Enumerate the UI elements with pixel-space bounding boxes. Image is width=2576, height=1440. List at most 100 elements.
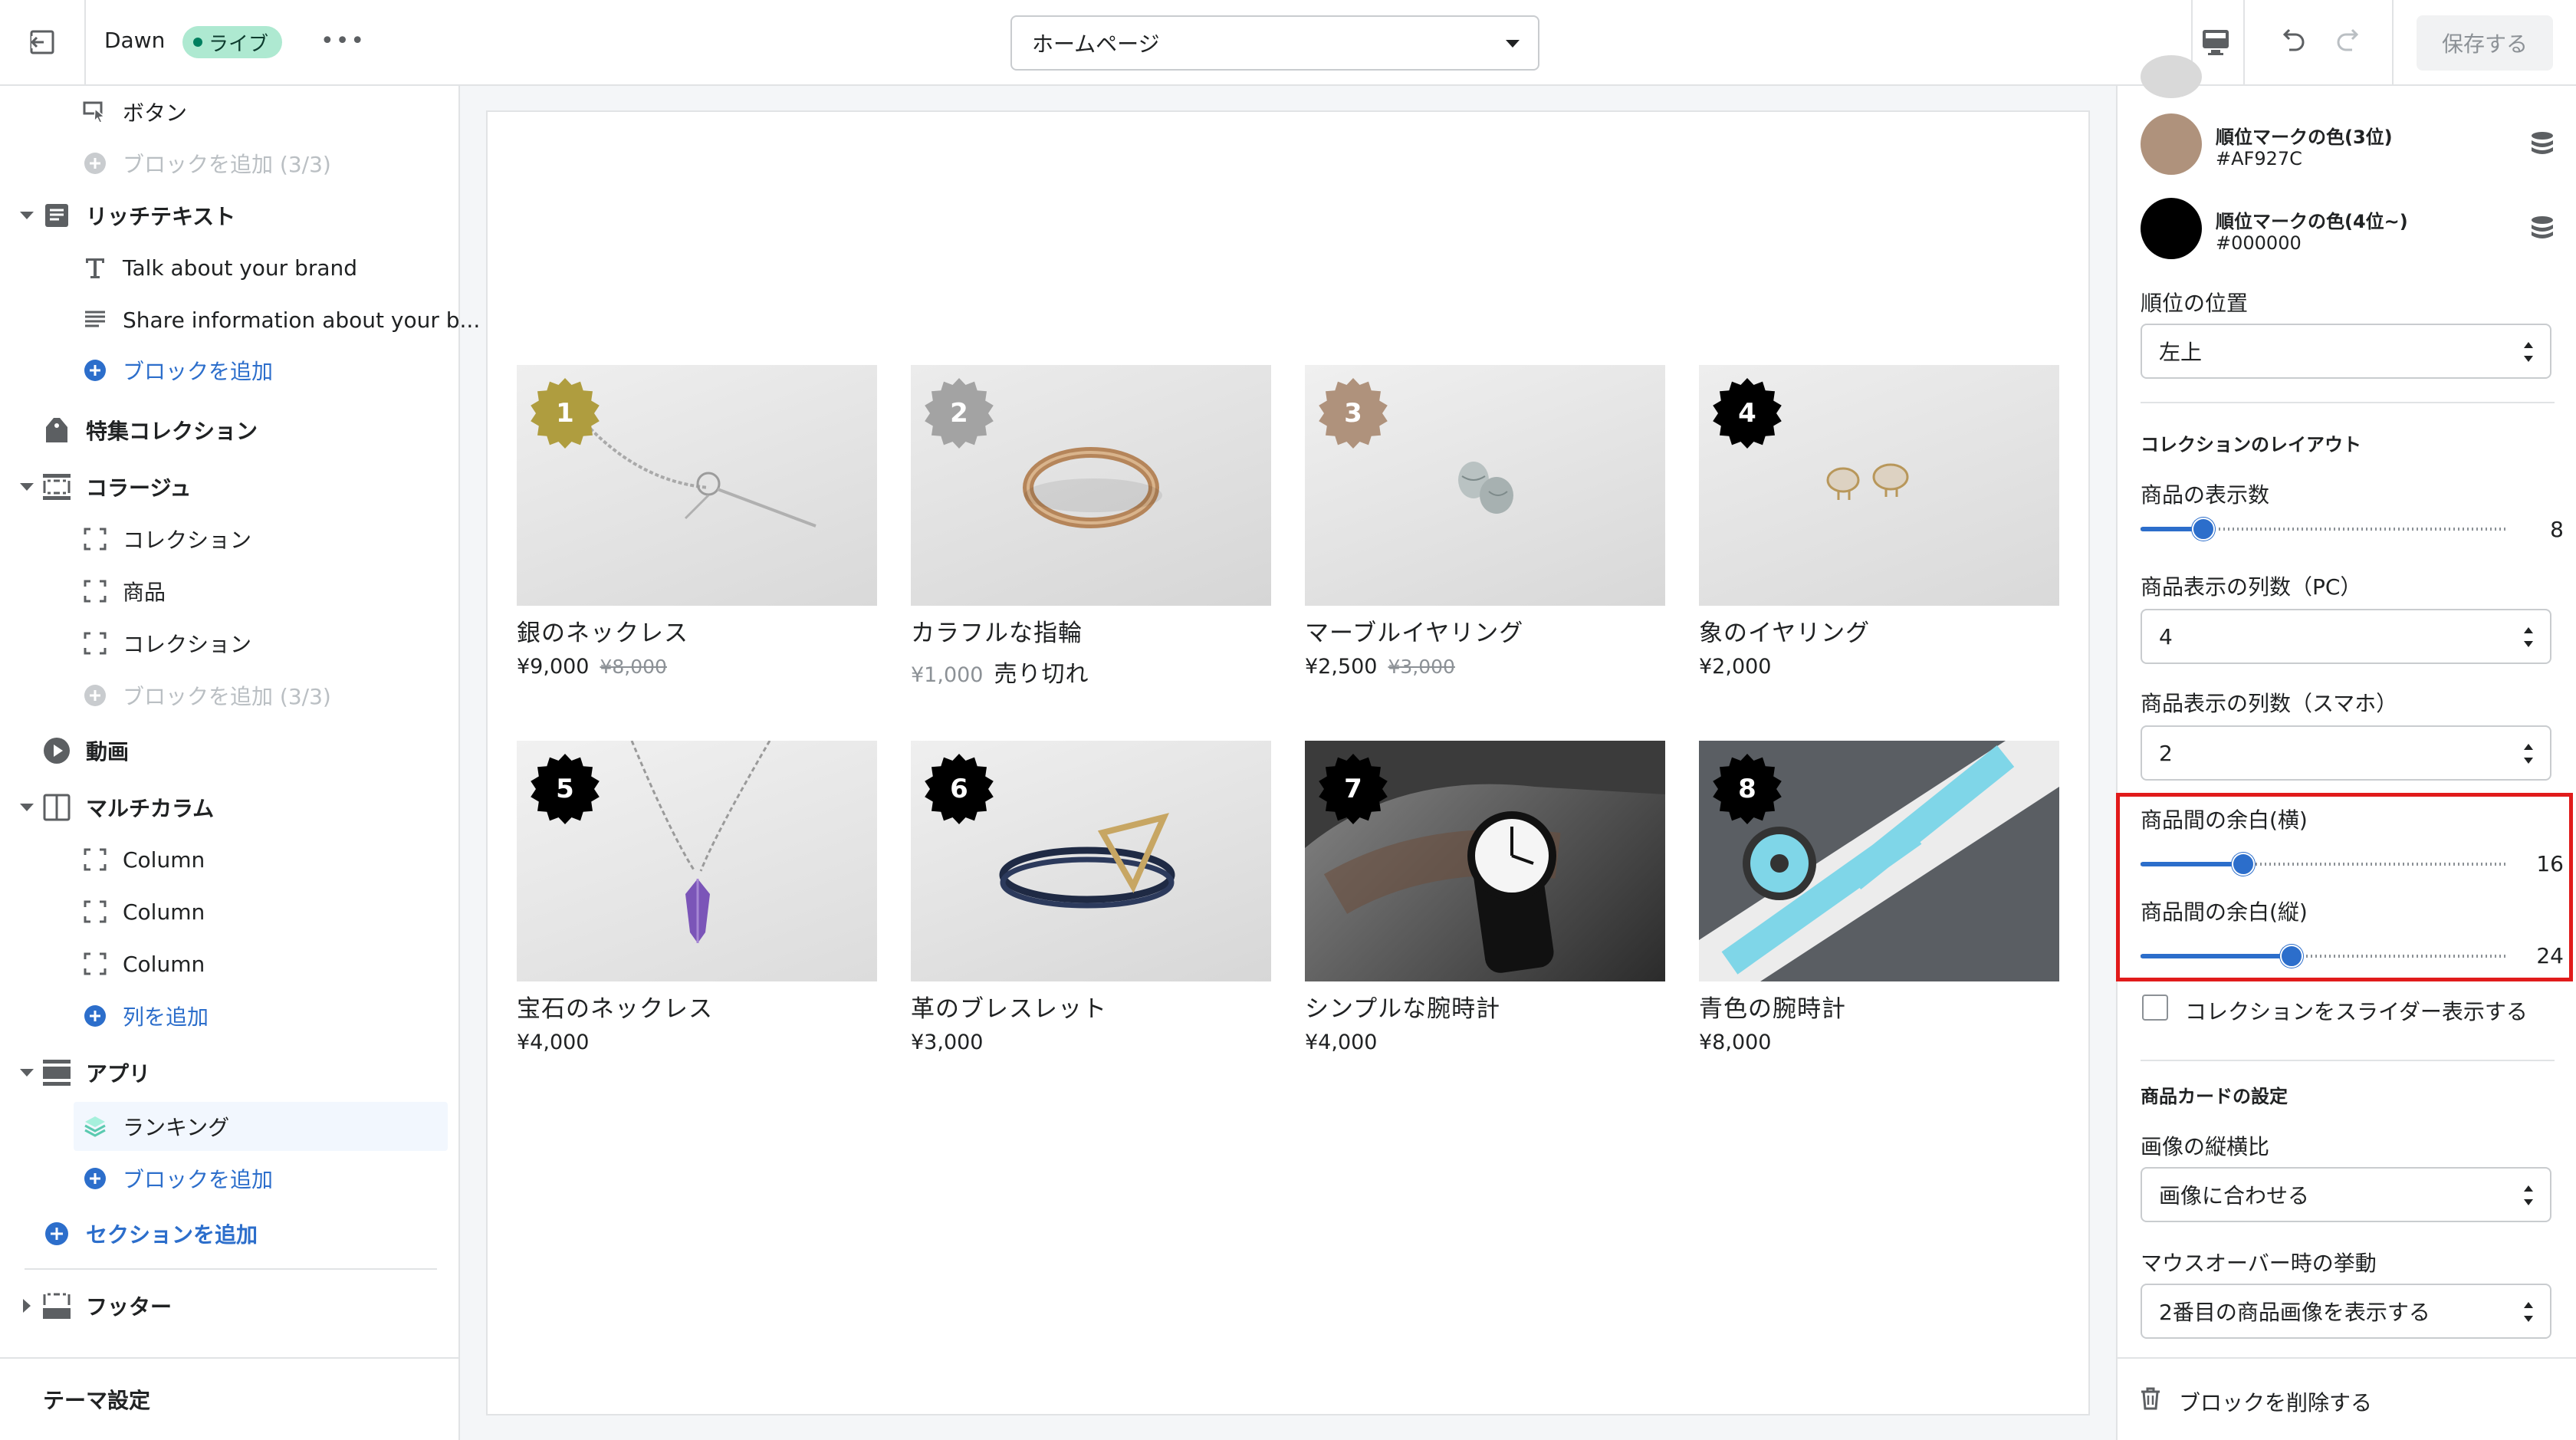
color-setting-label: 順位マークの色(3位) [2216,127,2393,148]
save-button[interactable]: 保存する [2417,15,2553,71]
tree-item-column[interactable]: Column [0,834,460,885]
theme-settings-label: テーマ設定 [43,1388,151,1413]
slider-display-checkbox[interactable] [2142,995,2168,1021]
section-footer[interactable]: フッター [0,1281,460,1331]
redo-button[interactable] [2326,0,2372,84]
columns-pc-select[interactable]: 4 [2141,609,2551,664]
add-block-button[interactable]: ブロックを追加 [0,345,460,396]
product-image[interactable]: 2 [911,365,1271,606]
product-name[interactable]: カラフルな指輪 [911,613,1083,648]
add-section-button[interactable]: セクションを追加 [0,1208,460,1259]
page-select-value: ホームページ [1032,31,1160,57]
tree-item-button[interactable]: ボタン [0,87,460,137]
regular-price: ¥3,000 [911,1031,984,1054]
section-featured-collection[interactable]: 特集コレクション [0,405,460,455]
product-price: ¥3,000 [911,1031,983,1054]
aspect-ratio-select[interactable]: 画像に合わせる [2141,1167,2551,1222]
tree-item-label: Share information about your b... [123,307,481,333]
section-rich-text[interactable]: リッチテキスト [0,190,460,241]
compare-price: ¥8,000 [600,656,667,678]
color-setting-rank4[interactable]: 順位マークの色(4位~) #000000 [2141,194,2555,263]
color-swatch-partial[interactable] [2141,55,2202,98]
product-image[interactable]: 5 [517,741,877,981]
tree-item-collection[interactable]: コレクション [0,618,460,669]
product-count-slider[interactable] [2141,518,2509,541]
columns-pc-label: 商品表示の列数（PC） [2141,574,2362,600]
section-apps[interactable]: アプリ [0,1047,460,1098]
tree-item-label: コレクション [123,632,252,657]
product-name[interactable]: 銀のネックレス [517,613,688,648]
add-block-button[interactable]: ブロックを追加 [0,1153,460,1204]
exit-editor-button[interactable] [0,0,86,84]
product-price: ¥1,000 売り切れ [911,655,1089,689]
app-block-icon [80,1111,110,1142]
chevron-down-icon[interactable] [20,483,34,491]
plus-circle-icon [80,355,110,386]
regular-price: ¥2,000 [1699,655,1772,679]
rank-position-select[interactable]: 左上 [2141,324,2551,379]
product-name[interactable]: 革のブレスレット [911,989,1107,1024]
product-name[interactable]: シンプルな腕時計 [1305,989,1500,1024]
select-arrows-icon [2524,1185,2533,1205]
tree-item-collection[interactable]: コレクション [0,514,460,564]
chevron-down-icon[interactable] [20,212,34,219]
slider-handle[interactable] [2191,518,2215,541]
columns-mobile-select[interactable]: 2 [2141,725,2551,781]
database-icon[interactable] [2530,215,2555,242]
color-hex-value: #000000 [2216,232,2302,254]
rank-badge: 6 [922,751,997,827]
product-name[interactable]: 青色の腕時計 [1699,989,1846,1024]
tree-item-column[interactable]: Column [0,939,460,989]
color-swatch[interactable] [2141,113,2202,175]
tag-icon [41,415,72,445]
product-name[interactable]: 宝石のネックレス [517,989,713,1024]
product-count-label: 商品の表示数 [2141,482,2270,508]
compare-price: ¥3,000 [1388,656,1455,678]
chevron-right-icon[interactable] [23,1299,31,1313]
sections-sidebar: ボタン ブロックを追加 (3/3) リッチテキスト Talk about you… [0,86,480,1440]
aspect-ratio-label: 画像の縦横比 [2141,1134,2270,1159]
section-video[interactable]: 動画 [0,725,460,776]
block-frame-icon [80,896,110,927]
select-value: 2 [2159,740,2173,766]
database-icon[interactable] [2530,131,2555,157]
product-name[interactable]: 象のイヤリング [1699,613,1870,648]
add-column-button[interactable]: 列を追加 [0,991,460,1041]
color-setting-rank3[interactable]: 順位マークの色(3位) #AF927C [2141,110,2555,179]
product-image[interactable]: 8 [1699,741,2059,981]
product-name[interactable]: マーブルイヤリング [1305,613,1523,648]
delete-block-label: ブロックを削除する [2179,1390,2373,1415]
product-image[interactable]: 1 [517,365,877,606]
product-image[interactable]: 6 [911,741,1271,981]
select-value: 左上 [2159,340,2203,365]
delete-block-button[interactable]: ブロックを削除する [2118,1357,2576,1440]
collection-layout-heading: コレクションのレイアウト [2141,434,2361,455]
tree-item-heading[interactable]: Talk about your brand [0,242,460,293]
chevron-down-icon[interactable] [20,1069,34,1077]
undo-button[interactable] [2269,0,2315,84]
more-actions-button[interactable]: ••• [320,28,366,54]
product-image[interactable]: 7 [1305,741,1665,981]
section-multicolumn[interactable]: マルチカラム [0,782,460,833]
product-image[interactable]: 4 [1699,365,2059,606]
tree-item-text[interactable]: Share information about your b... [0,294,480,345]
columns-icon [41,792,72,823]
page-select[interactable]: ホームページ [1010,15,1539,71]
storefront-preview: 1 銀のネックレス ¥9,000 ¥8,000 2 カラフルな指輪 ¥1,000 売… [486,110,2090,1415]
tree-item-column[interactable]: Column [0,886,460,937]
block-frame-icon [80,628,110,659]
tree-item-product[interactable]: 商品 [0,566,460,616]
hover-behavior-select[interactable]: 2番目の商品画像を表示する [2141,1284,2551,1339]
product-price: ¥4,000 [517,1031,589,1054]
color-swatch[interactable] [2141,198,2202,259]
tree-item-label: 商品 [123,580,166,605]
add-column-label: 列を追加 [123,1004,209,1030]
section-collage[interactable]: コラージュ [0,462,460,512]
cursor-icon [80,97,110,127]
tree-item-ranking[interactable]: ランキング [0,1101,460,1152]
theme-settings-button[interactable]: テーマ設定 [0,1357,460,1440]
block-frame-icon [80,524,110,554]
chevron-down-icon[interactable] [20,804,34,811]
product-image[interactable]: 3 [1305,365,1665,606]
exit-icon [30,30,54,54]
